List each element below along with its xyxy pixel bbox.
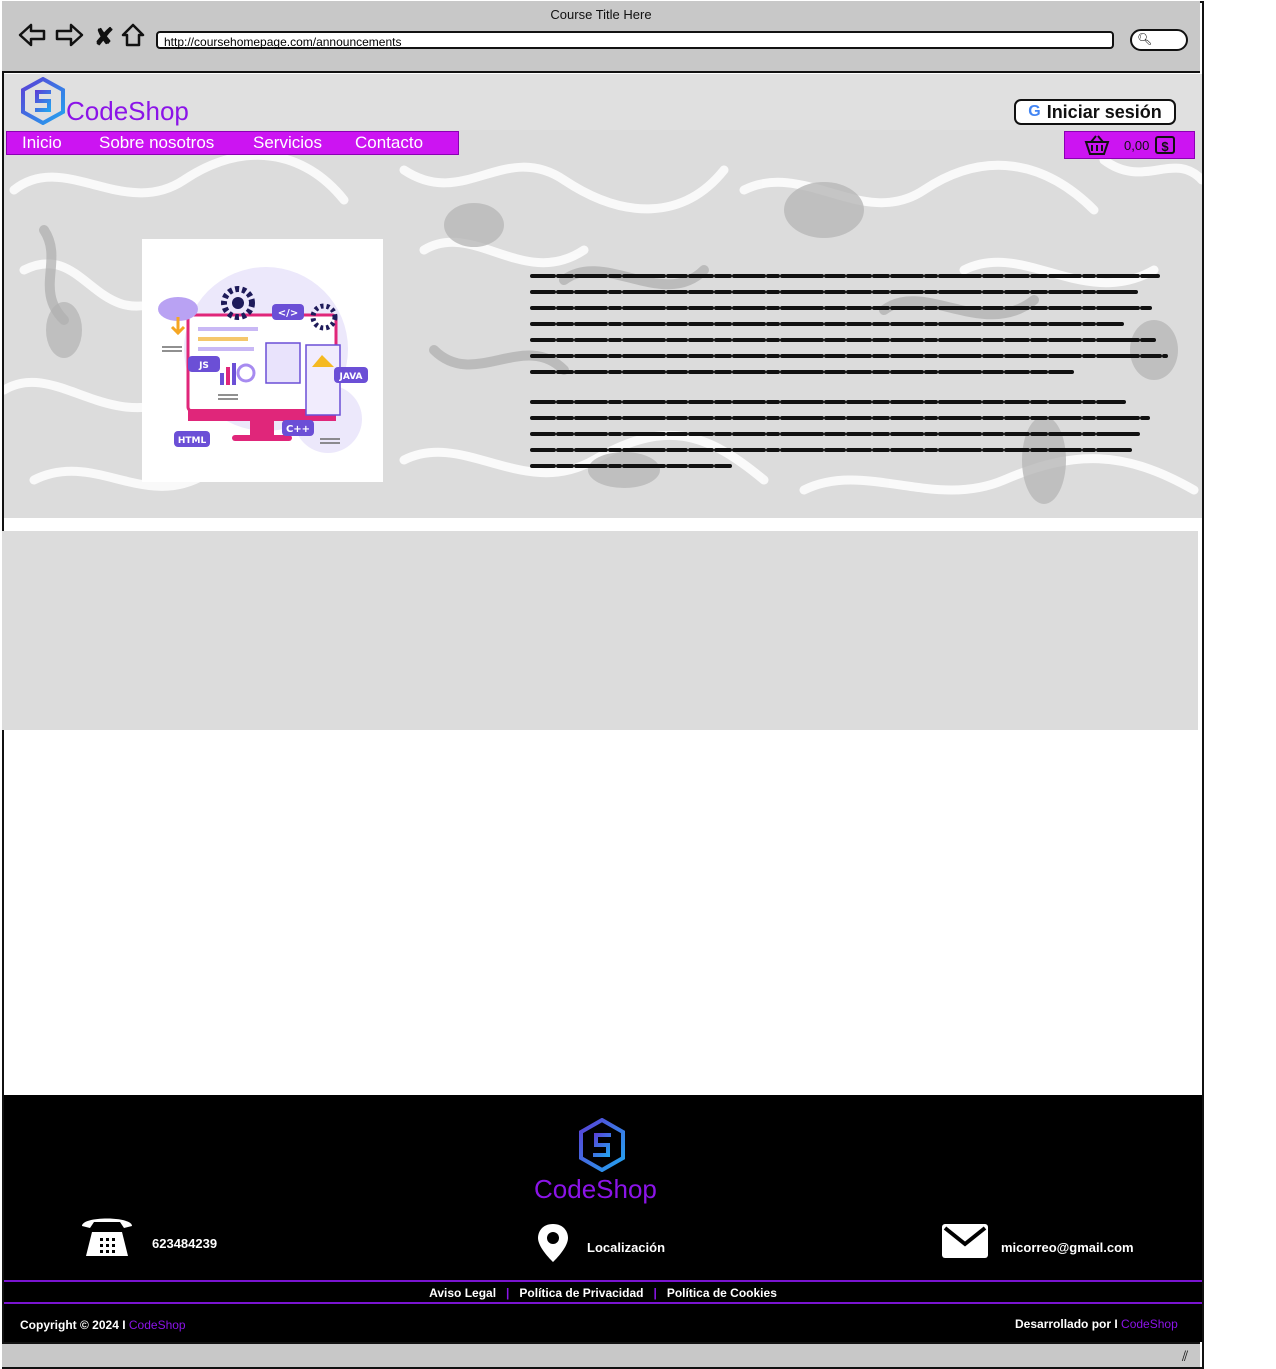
- basket-icon[interactable]: [1084, 134, 1110, 162]
- codeshop-logo-icon[interactable]: [578, 1117, 626, 1173]
- tag-html: HTML: [178, 436, 207, 446]
- cart-total: 0,00: [1124, 138, 1150, 153]
- cookie-policy-link[interactable]: Política de Cookies: [667, 1286, 777, 1300]
- phone-number[interactable]: 623484239: [152, 1236, 217, 1251]
- footer-divider: [4, 1280, 1202, 1282]
- back-arrow-icon[interactable]: [18, 22, 46, 53]
- search-button[interactable]: 🔍︎: [1130, 29, 1188, 51]
- legal-links: Aviso Legal | Política de Privacidad | Polít…: [0, 1286, 1206, 1300]
- hero-placeholder-text: [530, 270, 1170, 485]
- nav-item-servicios[interactable]: Servicios: [253, 132, 322, 154]
- footer-brand-name[interactable]: CodeShop: [534, 1174, 657, 1205]
- main-nav: Inicio Sobre nosotros Servicios Contacto: [6, 131, 459, 155]
- brand-name[interactable]: CodeShop: [66, 96, 189, 127]
- separator: |: [653, 1286, 657, 1300]
- nav-item-sobre-nosotros[interactable]: Sobre nosotros: [99, 132, 214, 154]
- separator: |: [506, 1286, 510, 1300]
- location-pin-icon: [536, 1222, 570, 1264]
- codeshop-logo-icon[interactable]: [20, 76, 66, 126]
- currency-badge: $: [1155, 136, 1175, 154]
- window-title: Course Title Here: [550, 7, 652, 22]
- developer-credit: Desarrollado por I CodeShop: [1015, 1317, 1178, 1331]
- login-button[interactable]: G Iniciar sesión: [1014, 99, 1176, 125]
- copyright-notice: Copyright © 2024 I CodeShop: [20, 1318, 186, 1332]
- copyright-text: Copyright © 2024 I: [20, 1318, 126, 1332]
- content-placeholder-block: [2, 531, 1198, 730]
- email-address[interactable]: micorreo@gmail.com: [1001, 1240, 1134, 1255]
- login-label: Iniciar sesión: [1046, 101, 1162, 122]
- phone-icon: [80, 1214, 134, 1258]
- nav-item-contacto[interactable]: Contacto: [355, 132, 423, 154]
- tag-code: </>: [278, 308, 298, 319]
- forward-arrow-icon[interactable]: [54, 22, 84, 53]
- tag-js: JS: [198, 361, 209, 371]
- tag-cpp: C++: [286, 424, 310, 435]
- close-icon[interactable]: ✘: [94, 24, 114, 52]
- developer-brand-link[interactable]: CodeShop: [1121, 1317, 1178, 1331]
- developer-text: Desarrollado por I: [1015, 1317, 1118, 1331]
- browser-status-bar: [2, 1342, 1200, 1367]
- address-bar[interactable]: http://coursehomepage.com/announcements: [156, 31, 1114, 49]
- resize-grip-icon[interactable]: ⫽: [1182, 1348, 1188, 1365]
- hero-illustration: </> JS JAVA HTML C++: [142, 239, 383, 482]
- mail-icon: [940, 1222, 990, 1260]
- copyright-brand-link[interactable]: CodeShop: [129, 1318, 186, 1332]
- footer-divider: [4, 1302, 1202, 1304]
- aviso-legal-link[interactable]: Aviso Legal: [429, 1286, 496, 1300]
- tag-java: JAVA: [338, 372, 362, 382]
- location-link[interactable]: Localización: [587, 1240, 665, 1255]
- search-icon: 🔍︎: [1137, 32, 1153, 46]
- privacy-policy-link[interactable]: Política de Privacidad: [519, 1286, 643, 1300]
- nav-item-inicio[interactable]: Inicio: [22, 132, 62, 154]
- google-icon: G: [1028, 103, 1041, 120]
- home-icon[interactable]: [120, 22, 146, 53]
